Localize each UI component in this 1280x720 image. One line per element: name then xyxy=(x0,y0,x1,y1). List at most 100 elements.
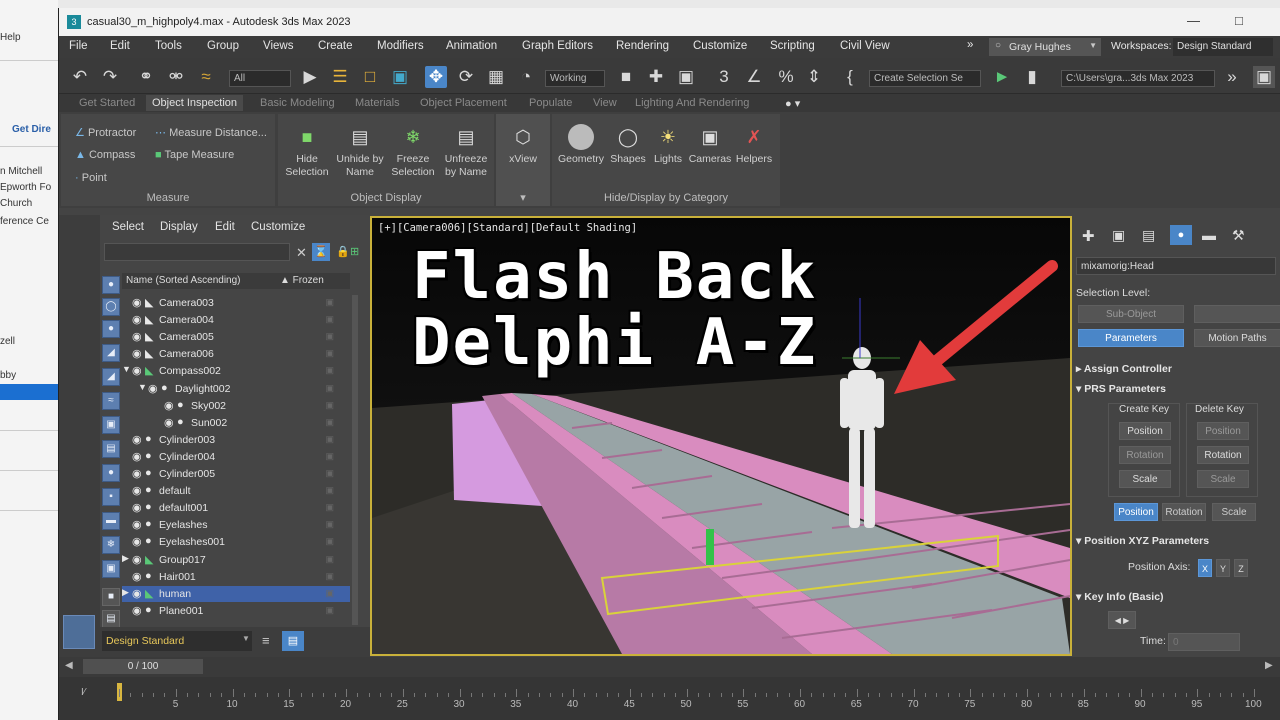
create-scale-button[interactable]: Scale xyxy=(1119,470,1171,488)
filter-lights-icon[interactable]: ● xyxy=(102,320,120,338)
explorer-row-cylinder004[interactable]: ◉ ● Cylinder004 ▣ xyxy=(122,449,350,465)
helpers-button[interactable]: ✗ Helpers xyxy=(732,124,776,166)
menu-rendering[interactable]: Rendering xyxy=(616,40,669,52)
scale-icon[interactable]: ▦ xyxy=(485,66,507,88)
axis-z-button[interactable]: Z xyxy=(1234,559,1248,577)
track-bar[interactable]: I⁄ 5 10 15 20 25 30 35 40 45 50 55 60 65 70 75 80 85 90 95… xyxy=(59,677,1280,720)
geometry-button[interactable]: Geometry xyxy=(556,124,606,166)
frozen-toggle-icon[interactable]: ▣ xyxy=(325,297,334,308)
visibility-eye-icon[interactable]: ◉ xyxy=(148,382,158,395)
bg-link[interactable]: Get Dire xyxy=(12,124,51,135)
menu-file[interactable]: File xyxy=(69,40,88,52)
modify-tab-icon[interactable]: ▣ xyxy=(1112,227,1125,244)
viewport-label[interactable]: [+][Camera006][Standard][Default Shading… xyxy=(378,222,637,234)
more-menus-icon[interactable]: » xyxy=(967,39,973,51)
bg-item[interactable]: Church xyxy=(0,198,32,209)
named-selection-input[interactable]: Create Selection Se xyxy=(869,70,981,87)
key-nav-buttons[interactable]: ◀ ▶ xyxy=(1108,611,1136,629)
hierarchy-icon[interactable]: ⊞ xyxy=(350,245,359,258)
visibility-eye-icon[interactable]: ◉ xyxy=(132,570,142,583)
menu-create[interactable]: Create xyxy=(318,40,353,52)
visibility-eye-icon[interactable]: ◉ xyxy=(132,587,142,600)
filter-all-icon[interactable]: ▣ xyxy=(102,560,120,578)
point-tool[interactable]: · Point xyxy=(75,172,107,184)
explorer-row-cylinder003[interactable]: ◉ ● Cylinder003 ▣ xyxy=(122,432,350,448)
frozen-toggle-icon[interactable]: ▣ xyxy=(325,605,334,616)
edit-named-selection-icon[interactable]: { xyxy=(839,66,861,88)
explorer-menu-customize[interactable]: Customize xyxy=(251,221,305,233)
visibility-eye-icon[interactable]: ◉ xyxy=(132,330,142,343)
visibility-eye-icon[interactable]: ◉ xyxy=(132,433,142,446)
select-object-icon[interactable]: ▶ xyxy=(299,66,321,88)
frozen-toggle-icon[interactable]: ▣ xyxy=(325,314,334,325)
create-position-button[interactable]: Position xyxy=(1119,422,1171,440)
manipulate-icon[interactable]: ✚ xyxy=(645,66,667,88)
frozen-toggle-icon[interactable]: ▣ xyxy=(325,536,334,547)
align-icon[interactable]: ▮ xyxy=(1021,66,1043,88)
explorer-menu-display[interactable]: Display xyxy=(160,221,198,233)
percent-snap-icon[interactable]: % xyxy=(775,66,797,88)
tab-basic-modeling[interactable]: Basic Modeling xyxy=(260,97,335,109)
place-icon[interactable]: ◔ xyxy=(515,66,537,88)
explorer-row-default[interactable]: ◉ ● default ▣ xyxy=(122,483,350,499)
menu-tools[interactable]: Tools xyxy=(155,40,182,52)
unhide-by-name-button[interactable]: ▤ Unhide by Name xyxy=(334,124,386,179)
explorer-row-camera006[interactable]: ◉ ◣ Camera006 ▣ xyxy=(122,346,350,362)
time-field[interactable]: 0 xyxy=(1168,633,1240,651)
visibility-eye-icon[interactable]: ◉ xyxy=(132,518,142,531)
filter-icon[interactable]: ⌛ xyxy=(312,243,330,261)
frozen-column-header[interactable]: ▲ Frozen xyxy=(280,275,324,286)
tab-object-inspection[interactable]: Object Inspection xyxy=(146,95,243,111)
link-icon[interactable]: ⚭ xyxy=(135,66,157,88)
tape-measure-tool[interactable]: ■ Tape Measure xyxy=(155,149,234,161)
clear-search-icon[interactable]: ✕ xyxy=(296,245,307,261)
viewport-layout-button[interactable] xyxy=(63,615,95,649)
visibility-eye-icon[interactable]: ◉ xyxy=(132,535,142,548)
delete-scale-button[interactable]: Scale xyxy=(1197,470,1249,488)
collapse-arrow-icon[interactable]: ▶ xyxy=(122,553,129,564)
filter-containers-icon[interactable]: ▪ xyxy=(102,488,120,506)
freeze-selection-button[interactable]: ❄ Freeze Selection xyxy=(388,124,438,179)
frozen-toggle-icon[interactable]: ▣ xyxy=(325,331,334,342)
visibility-eye-icon[interactable]: ◉ xyxy=(164,416,174,429)
key-info-rollout[interactable]: ▾ Key Info (Basic) xyxy=(1076,591,1280,607)
bg-selected-row[interactable] xyxy=(0,384,58,400)
expand-arrow-icon[interactable]: ▼ xyxy=(138,382,147,392)
filter-frozen-icon[interactable]: ▬ xyxy=(102,512,120,530)
keyboard-shortcut-icon[interactable]: ▣ xyxy=(675,66,697,88)
explorer-menu-edit[interactable]: Edit xyxy=(215,221,235,233)
rotate-icon[interactable]: ⟳ xyxy=(455,66,477,88)
unfreeze-by-name-button[interactable]: ▤ Unfreeze by Name xyxy=(440,124,492,179)
frozen-toggle-icon[interactable]: ▣ xyxy=(325,502,334,513)
filter-helpers-icon[interactable]: ◢ xyxy=(102,368,120,386)
create-tab-icon[interactable]: ✚ xyxy=(1082,227,1095,245)
explorer-row-compass002[interactable]: ▼ ◉ ◣ Compass002 ▣ xyxy=(122,363,350,379)
delete-position-button[interactable]: Position xyxy=(1197,422,1249,440)
menu-group[interactable]: Group xyxy=(207,40,239,52)
frozen-toggle-icon[interactable]: ▣ xyxy=(325,588,334,599)
frozen-toggle-icon[interactable]: ▣ xyxy=(325,468,334,479)
menu-views[interactable]: Views xyxy=(263,40,293,52)
filter-xrefs-icon[interactable]: ▤ xyxy=(102,440,120,458)
axis-y-button[interactable]: Y xyxy=(1216,559,1230,577)
visibility-eye-icon[interactable]: ◉ xyxy=(132,604,142,617)
ribbon-options-icon[interactable]: ● ▾ xyxy=(785,97,800,110)
xview-dropdown-icon[interactable]: ▾ xyxy=(496,191,550,204)
explorer-row-default001[interactable]: ◉ ● default001 ▣ xyxy=(122,500,350,516)
workspace-select[interactable]: Design Standard xyxy=(1173,38,1273,56)
reference-coord-dropdown[interactable]: Working xyxy=(545,70,605,87)
explorer-row-camera004[interactable]: ◉ ◣ Camera004 ▣ xyxy=(122,312,350,328)
frozen-toggle-icon[interactable]: ▣ xyxy=(325,365,334,376)
parameters-button[interactable]: Parameters xyxy=(1078,329,1184,347)
expand-arrow-icon[interactable]: ▼ xyxy=(122,364,131,374)
tab-populate[interactable]: Populate xyxy=(529,97,572,109)
project-path-dropdown[interactable]: C:\Users\gra...3ds Max 2023 xyxy=(1061,70,1215,87)
visibility-eye-icon[interactable]: ◉ xyxy=(132,296,142,309)
filter-groups-icon[interactable]: ▣ xyxy=(102,416,120,434)
bg-item[interactable]: Epworth Fo xyxy=(0,182,51,193)
maximize-icon[interactable]: □ xyxy=(1235,13,1243,28)
frozen-toggle-icon[interactable]: ▣ xyxy=(325,417,334,428)
explorer-row-eyelashes[interactable]: ◉ ● Eyelashes ▣ xyxy=(122,517,350,533)
motion-tab-icon[interactable]: ● xyxy=(1170,225,1192,245)
frozen-toggle-icon[interactable]: ▣ xyxy=(325,400,334,411)
